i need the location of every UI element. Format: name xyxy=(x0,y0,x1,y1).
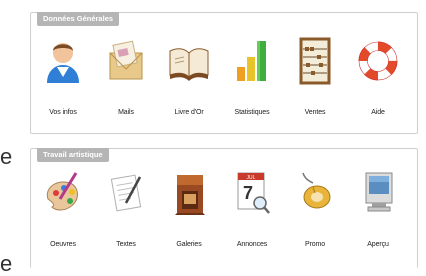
tile-label: Oeuvres xyxy=(50,241,76,248)
tile-ventes[interactable]: Ventes xyxy=(283,37,347,121)
tile-label: Textes xyxy=(116,241,136,248)
calendar-day: 7 xyxy=(243,183,253,203)
panel-title: Données Générales xyxy=(37,12,120,26)
tile-annonces[interactable]: JUL 7 Annonces xyxy=(220,169,284,253)
lifebuoy-icon xyxy=(358,41,398,81)
tile-oeuvres[interactable]: Oeuvres xyxy=(31,169,95,253)
paint-palette-icon xyxy=(46,172,78,211)
tile-vos-infos[interactable]: Vos infos xyxy=(31,37,95,121)
tile-promo[interactable]: Promo xyxy=(283,169,347,253)
tile-mails[interactable]: Mails xyxy=(94,37,158,121)
tile-label: Statistiques xyxy=(234,109,270,116)
edge-text-fragment: e xyxy=(0,251,13,276)
envelope-icon xyxy=(109,40,143,80)
tile-label: Aperçu xyxy=(367,241,389,248)
tile-textes[interactable]: Textes xyxy=(94,169,158,253)
tile-label: Annonces xyxy=(236,241,268,248)
tile-aide[interactable]: Aide xyxy=(346,37,410,121)
tile-label: Promo xyxy=(304,241,326,248)
tile-apercu[interactable]: Aperçu xyxy=(346,169,410,253)
user-icon xyxy=(47,43,79,83)
tile-galeries[interactable]: Galeries xyxy=(157,169,221,253)
tile-label: Aide xyxy=(371,109,385,116)
tile-label: Vos infos xyxy=(49,109,77,116)
tile-livre-dor[interactable]: Livre d'Or xyxy=(157,37,221,121)
document-pen-icon xyxy=(110,174,142,212)
monitor-icon xyxy=(365,172,393,212)
tile-label: Livre d'Or xyxy=(174,109,204,116)
calendar-month: JUL xyxy=(247,175,256,181)
tile-label: Ventes xyxy=(304,109,326,116)
tile-statistiques[interactable]: Statistiques xyxy=(220,37,284,121)
panel-donnees-generales: Données Générales Vos infos Mails Livre … xyxy=(30,12,418,134)
mouse-icon xyxy=(302,172,331,209)
panel-travail-artistique: Travail artistique Oeuvres Textes Galeri… xyxy=(30,148,418,268)
bar-chart-icon xyxy=(237,41,266,81)
tile-label: Mails xyxy=(118,109,134,116)
edge-text-fragment: e xyxy=(0,144,13,169)
panel-title: Travail artistique xyxy=(37,148,109,162)
abacus-icon xyxy=(299,37,331,85)
tile-label: Galeries xyxy=(176,241,202,248)
gallery-building-icon xyxy=(175,175,205,215)
calendar-magnifier-icon: JUL 7 xyxy=(237,172,270,214)
left-edge-fragment: e e xyxy=(0,0,28,275)
open-book-icon xyxy=(169,48,209,81)
